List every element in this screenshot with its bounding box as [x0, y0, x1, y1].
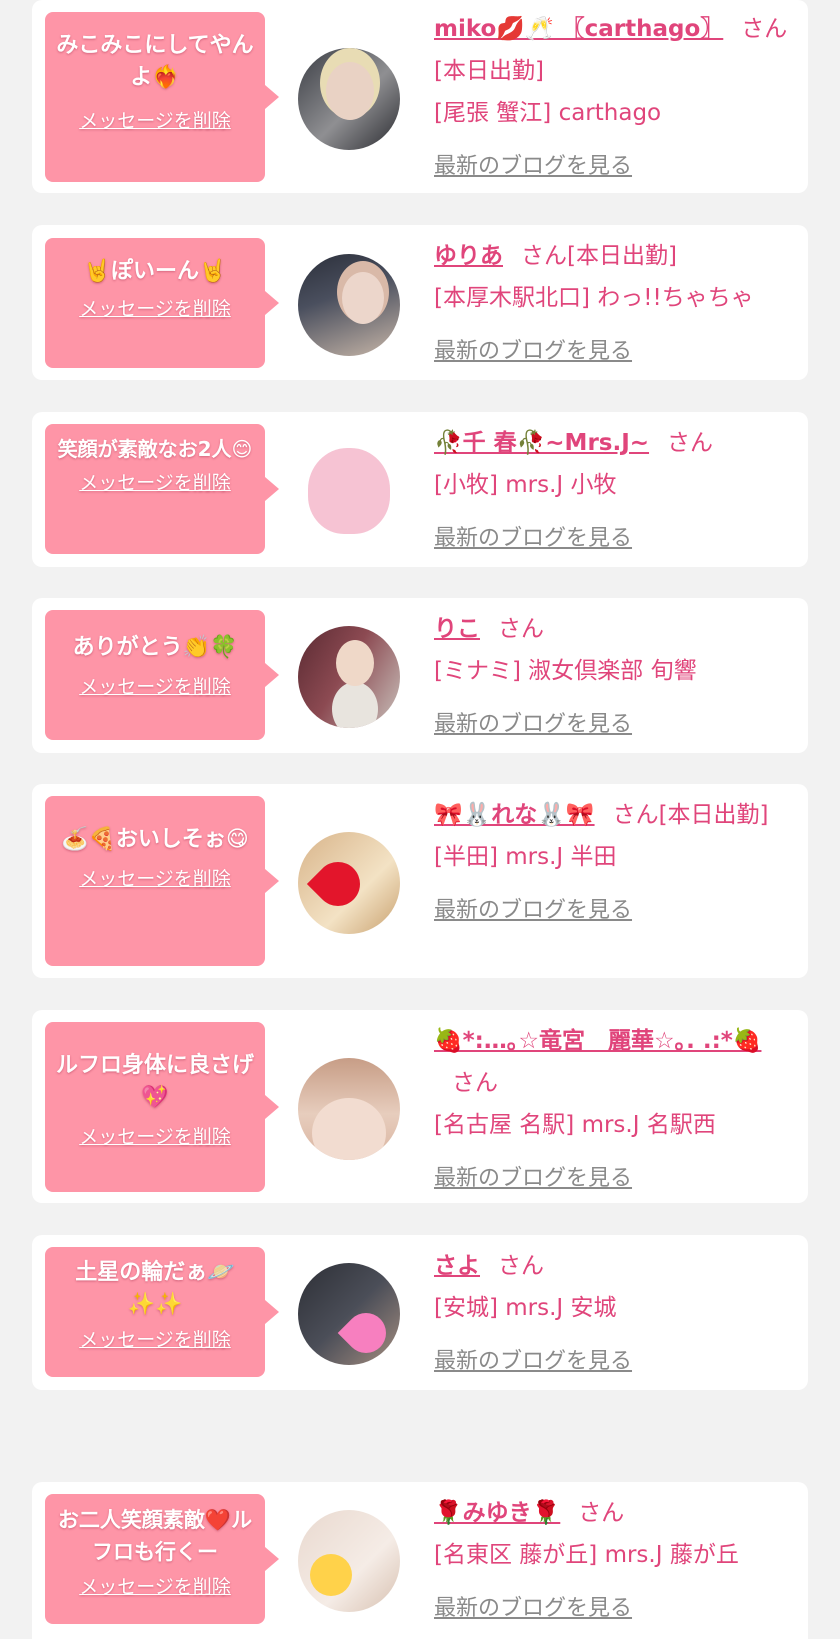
heart-icon — [306, 852, 370, 916]
message-text: ルフロ身体に良さげ💖 — [55, 1053, 254, 1110]
status-text: さん — [452, 1070, 498, 1096]
shop-text: [本厚木駅北口] わっ!!ちゃちゃ — [434, 285, 754, 311]
shop-text: [ミナミ] 淑女倶楽部 旬響 — [434, 658, 697, 684]
avatar[interactable] — [298, 1510, 400, 1612]
avatar[interactable] — [298, 254, 400, 356]
entry-info: miko💋🥂 〖carthago〗 さん[本日出勤] [尾張 蟹江] cartha… — [434, 8, 794, 180]
view-blog-link[interactable]: 最新のブログを見る — [434, 148, 632, 180]
message-bubble: 🍝🍕おいしそぉ😋 メッセージを削除 — [45, 796, 279, 966]
delete-message-link[interactable]: メッセージを削除 — [79, 294, 231, 321]
avatar[interactable] — [298, 832, 400, 934]
avatar-photo — [326, 62, 374, 120]
message-text: ありがとう👏🍀 — [72, 635, 238, 660]
shop-text: [小牧] mrs.J 小牧 — [434, 472, 617, 498]
entry-info: 🥀千 春🥀~Mrs.J~ さん [小牧] mrs.J 小牧 最新のブログを見る — [434, 422, 794, 552]
message-text: 🍝🍕おいしそぉ😋 — [61, 827, 249, 852]
avatar-photo — [336, 640, 374, 686]
avatar[interactable] — [298, 626, 400, 728]
message-bubble: 🤘ぽいーん🤘 メッセージを削除 — [45, 238, 279, 368]
message-bubble: 笑顔が素敵なお2人😊 メッセージを削除 — [45, 424, 279, 554]
avatar-photo — [308, 448, 390, 534]
smile-icon — [310, 1554, 352, 1596]
message-bubble: 土星の輪だぁ🪐✨✨ メッセージを削除 — [45, 1247, 279, 1377]
cast-name-link[interactable]: 🎀🐰れな🐰🎀 — [434, 802, 595, 828]
cast-name-link[interactable]: さよ — [434, 1253, 480, 1279]
avatar[interactable] — [298, 1058, 400, 1160]
message-bubble: みこみこにしてやんよ❤️‍🔥 メッセージを削除 — [45, 12, 279, 182]
message-text: 笑顔が素敵なお2人😊 — [57, 437, 253, 461]
shop-text: [半田] mrs.J 半田 — [434, 844, 617, 870]
delete-message-link[interactable]: メッセージを削除 — [79, 1572, 231, 1599]
status-text: さん — [498, 616, 544, 642]
message-list: みこみこにしてやんよ❤️‍🔥 メッセージを削除 miko💋🥂 〖carthago… — [0, 0, 840, 1639]
shop-text: [尾張 蟹江] carthago — [434, 100, 662, 126]
list-item: みこみこにしてやんよ❤️‍🔥 メッセージを削除 miko💋🥂 〖carthago… — [32, 0, 808, 193]
status-text: さん — [667, 430, 714, 456]
list-item: お二人笑顔素敵❤️ルフロも行くー メッセージを削除 🌹みゆき🌹 さん [名東区 藤… — [32, 1482, 808, 1639]
entry-info: ゆりあ さん[本日出勤] [本厚木駅北口] わっ!!ちゃちゃ 最新のブログを見る — [434, 235, 794, 365]
cast-name-link[interactable]: ゆりあ — [434, 243, 503, 269]
list-item: ありがとう👏🍀 メッセージを削除 りこ さん [ミナミ] 淑女倶楽部 旬響 最新の… — [32, 598, 808, 753]
avatar-photo — [342, 272, 384, 324]
delete-message-link[interactable]: メッセージを削除 — [79, 864, 231, 891]
delete-message-link[interactable]: メッセージを削除 — [79, 1325, 231, 1352]
view-blog-link[interactable]: 最新のブログを見る — [434, 706, 632, 738]
entry-info: 🌹みゆき🌹 さん [名東区 藤が丘] mrs.J 藤が丘 最新のブログを見る — [434, 1492, 794, 1622]
view-blog-link[interactable]: 最新のブログを見る — [434, 892, 632, 924]
cast-name-link[interactable]: 🍓*:…｡☆竜宮 麗華☆｡. .:*🍓 — [434, 1028, 761, 1054]
list-item: ルフロ身体に良さげ💖 メッセージを削除 🍓*:…｡☆竜宮 麗華☆｡. .:*🍓 さ… — [32, 1010, 808, 1203]
message-bubble: ルフロ身体に良さげ💖 メッセージを削除 — [45, 1022, 279, 1192]
heart-icon — [337, 1304, 395, 1362]
cast-name-link[interactable]: 🌹みゆき🌹 — [434, 1500, 560, 1526]
avatar[interactable] — [298, 440, 400, 542]
avatar[interactable] — [298, 48, 400, 150]
shop-text: [安城] mrs.J 安城 — [434, 1295, 617, 1321]
message-text: お二人笑顔素敵❤️ルフロも行くー — [57, 1508, 253, 1564]
list-item: 笑顔が素敵なお2人😊 メッセージを削除 🥀千 春🥀~Mrs.J~ さん [小牧] … — [32, 412, 808, 567]
view-blog-link[interactable]: 最新のブログを見る — [434, 520, 632, 552]
entry-info: 🍓*:…｡☆竜宮 麗華☆｡. .:*🍓 さん [名古屋 名駅] mrs.J 名駅西… — [434, 1020, 794, 1192]
view-blog-link[interactable]: 最新のブログを見る — [434, 1160, 632, 1192]
status-text: さん[本日出勤] — [521, 243, 677, 269]
message-text: 🤘ぽいーん🤘 — [83, 259, 227, 284]
list-item: 土星の輪だぁ🪐✨✨ メッセージを削除 さよ さん [安城] mrs.J 安城 最新… — [32, 1235, 808, 1390]
shop-text: [名東区 藤が丘] mrs.J 藤が丘 — [434, 1542, 739, 1568]
message-bubble: お二人笑顔素敵❤️ルフロも行くー メッセージを削除 — [45, 1494, 279, 1624]
status-text: さん — [498, 1253, 544, 1279]
message-text: 土星の輪だぁ🪐✨✨ — [75, 1260, 235, 1317]
shop-text: [名古屋 名駅] mrs.J 名駅西 — [434, 1112, 716, 1138]
cast-name-link[interactable]: miko💋🥂 〖carthago〗 — [434, 16, 723, 42]
delete-message-link[interactable]: メッセージを削除 — [79, 672, 231, 699]
view-blog-link[interactable]: 最新のブログを見る — [434, 1590, 632, 1622]
avatar[interactable] — [298, 1263, 400, 1365]
entry-info: 🎀🐰れな🐰🎀 さん[本日出勤] [半田] mrs.J 半田 最新のブログを見る — [434, 794, 794, 924]
view-blog-link[interactable]: 最新のブログを見る — [434, 333, 632, 365]
cast-name-link[interactable]: りこ — [434, 616, 480, 642]
message-text: みこみこにしてやんよ❤️‍🔥 — [56, 33, 254, 90]
list-item: 🤘ぽいーん🤘 メッセージを削除 ゆりあ さん[本日出勤] [本厚木駅北口] わっ!… — [32, 225, 808, 380]
status-text: さん[本日出勤] — [612, 802, 769, 828]
avatar-photo — [312, 1098, 386, 1160]
entry-info: りこ さん [ミナミ] 淑女倶楽部 旬響 最新のブログを見る — [434, 608, 794, 738]
delete-message-link[interactable]: メッセージを削除 — [79, 106, 231, 133]
status-text: さん — [578, 1500, 625, 1526]
delete-message-link[interactable]: メッセージを削除 — [79, 468, 231, 495]
entry-info: さよ さん [安城] mrs.J 安城 最新のブログを見る — [434, 1245, 794, 1375]
view-blog-link[interactable]: 最新のブログを見る — [434, 1343, 632, 1375]
message-bubble: ありがとう👏🍀 メッセージを削除 — [45, 610, 279, 740]
list-item: 🍝🍕おいしそぉ😋 メッセージを削除 🎀🐰れな🐰🎀 さん[本日出勤] [半田] mr… — [32, 784, 808, 978]
delete-message-link[interactable]: メッセージを削除 — [79, 1122, 231, 1149]
cast-name-link[interactable]: 🥀千 春🥀~Mrs.J~ — [434, 430, 649, 456]
